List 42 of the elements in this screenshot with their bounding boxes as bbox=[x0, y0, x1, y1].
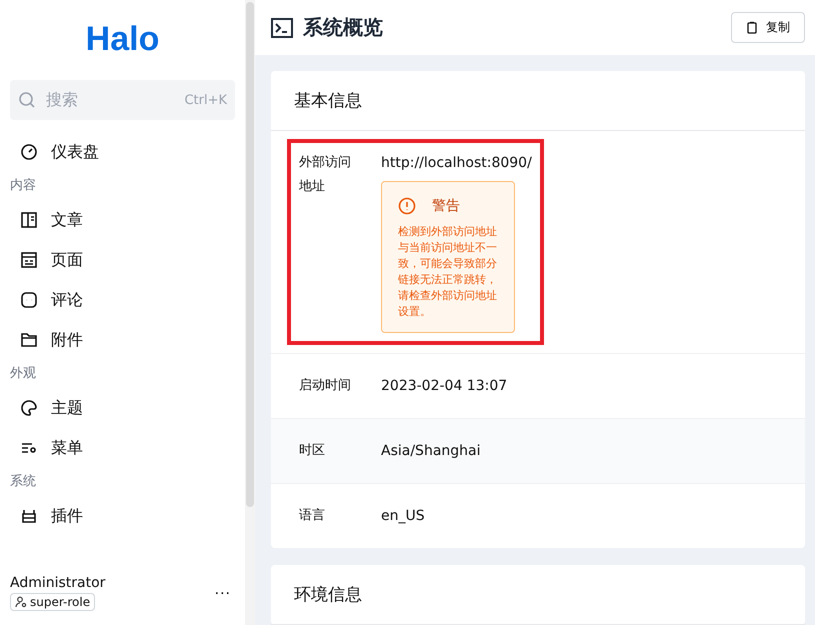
field-label: 外部访问地址 bbox=[299, 154, 352, 196]
user-gear-icon bbox=[15, 596, 27, 608]
plug-icon bbox=[20, 507, 38, 525]
nav-section-title: 外观 bbox=[9, 365, 37, 383]
clipboard-icon bbox=[746, 21, 758, 34]
nav-item[interactable]: 菜单 bbox=[0, 428, 245, 468]
search-icon bbox=[18, 91, 36, 109]
nav-item[interactable]: 附件 bbox=[0, 320, 245, 360]
role-name: super-role bbox=[30, 595, 90, 609]
card-title: 基本信息 bbox=[271, 71, 805, 131]
columns-icon bbox=[20, 211, 38, 229]
warning-icon bbox=[398, 197, 416, 215]
logo: Halo bbox=[84, 19, 160, 60]
page-title: 系统概览 bbox=[303, 14, 383, 41]
nav-item[interactable]: 主题 bbox=[0, 388, 245, 428]
scrollbar-thumb[interactable] bbox=[246, 2, 254, 507]
chat-icon bbox=[20, 291, 38, 309]
terminal-icon bbox=[271, 18, 293, 38]
palette-icon bbox=[20, 399, 38, 417]
field-value: Asia/Shanghai bbox=[381, 442, 480, 461]
folder-icon bbox=[20, 331, 38, 349]
nav-section-title: 内容 bbox=[9, 177, 37, 195]
gauge-icon bbox=[20, 143, 38, 161]
nav-item[interactable]: 页面 bbox=[0, 240, 245, 280]
alert-text: 检测到外部访问地址与当前访问地址不一致，可能会导致部分链接无法正常跳转，请检查外部访问地址设置。 bbox=[398, 224, 498, 320]
alert-title: 警告 bbox=[432, 197, 460, 216]
field-label: 语言 bbox=[299, 507, 326, 525]
user-name: Administrator bbox=[10, 575, 106, 591]
more-button[interactable]: ... bbox=[208, 581, 237, 599]
nav-item[interactable]: 仪表盘 bbox=[0, 132, 245, 172]
nav-item[interactable]: 插件 bbox=[0, 496, 245, 536]
nav-section-title: 系统 bbox=[9, 473, 37, 491]
page-icon bbox=[20, 251, 38, 269]
nav-item[interactable]: 文章 bbox=[0, 200, 245, 240]
field-label: 启动时间 bbox=[299, 377, 352, 395]
field-value: http://localhost:8090/ bbox=[381, 154, 532, 173]
copy-button[interactable]: 复制 bbox=[731, 12, 805, 43]
field-value: en_US bbox=[381, 507, 425, 526]
field-label: 时区 bbox=[299, 442, 326, 460]
field-value: 2023-02-04 13:07 bbox=[381, 377, 508, 396]
card-title: 环境信息 bbox=[271, 565, 805, 625]
nav-item[interactable]: 评论 bbox=[0, 280, 245, 320]
